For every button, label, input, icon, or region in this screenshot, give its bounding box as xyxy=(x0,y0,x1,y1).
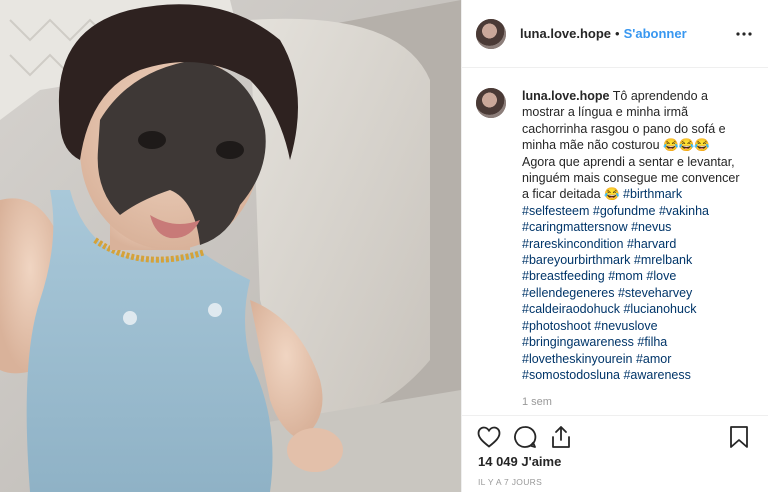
hashtag-link[interactable]: #gofundme xyxy=(593,204,656,218)
post-header: luna.love.hope • S'abonner xyxy=(462,0,768,68)
hashtag-link[interactable]: #love xyxy=(646,269,676,283)
post-sidebar: luna.love.hope • S'abonner luna.love.hop… xyxy=(461,0,768,492)
hashtag-list: #birthmark #selfesteem #gofundme #vakinh… xyxy=(522,187,709,381)
caption-username[interactable]: luna.love.hope xyxy=(522,89,610,103)
more-horizontal-icon[interactable] xyxy=(734,24,754,44)
action-icons xyxy=(462,416,768,452)
share-icon[interactable] xyxy=(548,424,574,450)
post-actions: 14 049 J'aime IL Y A 7 JOURS xyxy=(462,415,768,493)
comment-icon[interactable] xyxy=(512,424,538,450)
bookmark-icon[interactable] xyxy=(726,424,752,450)
hashtag-link[interactable]: #bareyourbirthmark xyxy=(522,253,630,267)
comment-age: 1 sem xyxy=(522,396,552,408)
hashtag-link[interactable]: #ellendegeneres xyxy=(522,286,614,300)
hashtag-link[interactable]: #selfesteem xyxy=(522,204,589,218)
hashtag-link[interactable]: #filha xyxy=(637,335,667,349)
hashtag-link[interactable]: #nevus xyxy=(631,220,671,234)
post-timestamp[interactable]: IL Y A 7 JOURS xyxy=(478,477,542,487)
hashtag-link[interactable]: #awareness xyxy=(623,368,690,382)
hashtag-link[interactable]: #birthmark xyxy=(623,187,682,201)
hashtag-link[interactable]: #rareskincondition xyxy=(522,237,623,251)
hashtag-link[interactable]: #somostodosluna xyxy=(522,368,620,382)
hashtag-link[interactable]: #mom xyxy=(608,269,643,283)
hashtag-link[interactable]: #harvard xyxy=(627,237,676,251)
hashtag-link[interactable]: #photoshoot xyxy=(522,319,591,333)
hashtag-link[interactable]: #lucianohuck xyxy=(623,302,696,316)
caption-body: Tô aprendendo a mostrar a língua e minha… xyxy=(522,89,740,202)
hashtag-link[interactable]: #steveharvey xyxy=(618,286,692,300)
hashtag-link[interactable]: #lovetheskinyourein xyxy=(522,352,633,366)
hashtag-link[interactable]: #mrelbank xyxy=(634,253,692,267)
hashtag-link[interactable]: #vakinha xyxy=(659,204,709,218)
post-photo[interactable] xyxy=(0,0,461,492)
avatar[interactable] xyxy=(476,18,506,49)
caption-comment: luna.love.hope Tô aprendendo a mostrar a… xyxy=(476,88,754,383)
instagram-post: luna.love.hope • S'abonner luna.love.hop… xyxy=(0,0,768,492)
hashtag-link[interactable]: #caringmattersnow xyxy=(522,220,628,234)
heart-icon[interactable] xyxy=(476,424,502,450)
hashtag-link[interactable]: #amor xyxy=(636,352,671,366)
caption-avatar[interactable] xyxy=(476,88,506,118)
hashtag-link[interactable]: #caldeiraodohuck xyxy=(522,302,620,316)
separator-dot: • xyxy=(615,26,620,41)
hashtag-link[interactable]: #breastfeeding xyxy=(522,269,605,283)
username-link[interactable]: luna.love.hope xyxy=(520,26,611,41)
likes-count[interactable]: 14 049 J'aime xyxy=(478,454,561,469)
hashtag-link[interactable]: #nevuslove xyxy=(594,319,657,333)
caption-text: luna.love.hope Tô aprendendo a mostrar a… xyxy=(522,88,740,383)
hashtag-link[interactable]: #bringingawareness xyxy=(522,335,634,349)
follow-button[interactable]: S'abonner xyxy=(624,26,687,41)
baby-photo-illustration xyxy=(0,0,461,492)
